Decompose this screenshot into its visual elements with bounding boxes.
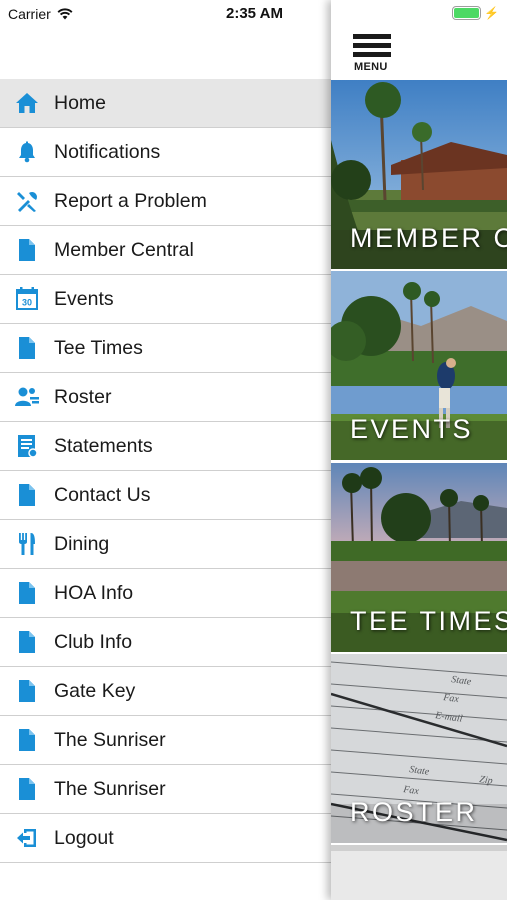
menu-item-label: Statements — [54, 434, 153, 457]
menu-item-hoa-info[interactable]: HOA Info — [0, 569, 331, 618]
tile-roster[interactable]: State Fax E-mail State Zip Fax ROSTER — [331, 654, 507, 843]
document-icon — [0, 728, 54, 752]
logout-icon — [0, 827, 54, 849]
tile-events[interactable]: EVENTS — [331, 271, 507, 460]
svg-text:Zip: Zip — [479, 774, 494, 787]
side-drawer: Home Notifications Report a Problem Memb… — [0, 0, 331, 900]
document-icon — [0, 630, 54, 654]
menu-item-label: Member Central — [54, 238, 194, 261]
menu-item-label: The Sunriser — [54, 728, 166, 751]
tile-member-central[interactable]: MEMBER CENTRAL — [331, 80, 507, 269]
fork-knife-icon — [0, 532, 54, 556]
bell-icon — [0, 141, 54, 163]
home-icon — [0, 92, 54, 114]
tools-icon — [0, 190, 54, 212]
document-icon — [0, 679, 54, 703]
menu-item-label: Events — [54, 287, 114, 310]
tile-label: MEMBER CENTRAL — [350, 223, 507, 253]
tile-label: EVENTS — [350, 414, 474, 444]
document-icon — [0, 483, 54, 507]
tile-label: TEE TIMES — [350, 606, 507, 636]
menu-item-label: HOA Info — [54, 581, 134, 604]
document-icon — [0, 238, 54, 262]
menu-button-label: MENU — [354, 61, 388, 73]
menu-item-the-sunriser-2[interactable]: The Sunriser — [0, 765, 331, 814]
menu-item-roster[interactable]: Roster — [0, 373, 331, 422]
menu-item-home[interactable]: Home — [0, 79, 331, 128]
menu-item-label: Home — [54, 91, 107, 114]
menu-item-label: Logout — [54, 826, 114, 849]
menu-item-the-sunriser[interactable]: The Sunriser — [0, 716, 331, 765]
wifi-icon — [57, 8, 73, 20]
calendar-icon: 30 — [0, 287, 54, 311]
tile-photo — [331, 845, 507, 900]
menu-list: Home Notifications Report a Problem Memb… — [0, 79, 331, 863]
menu-item-notifications[interactable]: Notifications — [0, 128, 331, 177]
content-panel: MENU MEMBER CENTRAL — [331, 0, 507, 900]
menu-item-report-a-problem[interactable]: Report a Problem — [0, 177, 331, 226]
menu-item-label: The Sunriser — [54, 777, 166, 800]
tile-label: ROSTER — [350, 797, 478, 827]
menu-item-label: Gate Key — [54, 679, 136, 702]
menu-item-dining[interactable]: Dining — [0, 520, 331, 569]
menu-item-label: Dining — [54, 532, 110, 555]
menu-item-gate-key[interactable]: Gate Key — [0, 667, 331, 716]
menu-item-logout[interactable]: Logout — [0, 814, 331, 863]
calendar-day-text: 30 — [22, 298, 32, 308]
tile-next[interactable] — [331, 845, 507, 900]
carrier-label: Carrier — [8, 6, 51, 22]
menu-item-member-central[interactable]: Member Central — [0, 226, 331, 275]
menu-item-label: Report a Problem — [54, 189, 207, 212]
menu-item-label: Roster — [54, 385, 112, 408]
document-icon — [0, 777, 54, 801]
battery-icon — [452, 6, 482, 20]
menu-item-label: Club Info — [54, 630, 133, 653]
menu-item-tee-times[interactable]: Tee Times — [0, 324, 331, 373]
tile-tee-times[interactable]: TEE TIMES — [331, 463, 507, 652]
menu-item-label: Tee Times — [54, 336, 143, 359]
menu-item-statements[interactable]: Statements — [0, 422, 331, 471]
menu-item-club-info[interactable]: Club Info — [0, 618, 331, 667]
menu-item-contact-us[interactable]: Contact Us — [0, 471, 331, 520]
menu-item-label: Contact Us — [54, 483, 151, 506]
status-bar: Carrier 2:35 AM ⚡ — [0, 0, 507, 28]
people-icon — [0, 386, 54, 408]
menu-button[interactable]: MENU — [353, 34, 393, 74]
charging-icon: ⚡ — [484, 6, 499, 20]
document-icon — [0, 336, 54, 360]
status-time: 2:35 AM — [226, 5, 283, 22]
statement-icon — [0, 434, 54, 458]
document-icon — [0, 581, 54, 605]
menu-item-label: Notifications — [54, 140, 161, 163]
menu-item-events[interactable]: 30 Events — [0, 275, 331, 324]
